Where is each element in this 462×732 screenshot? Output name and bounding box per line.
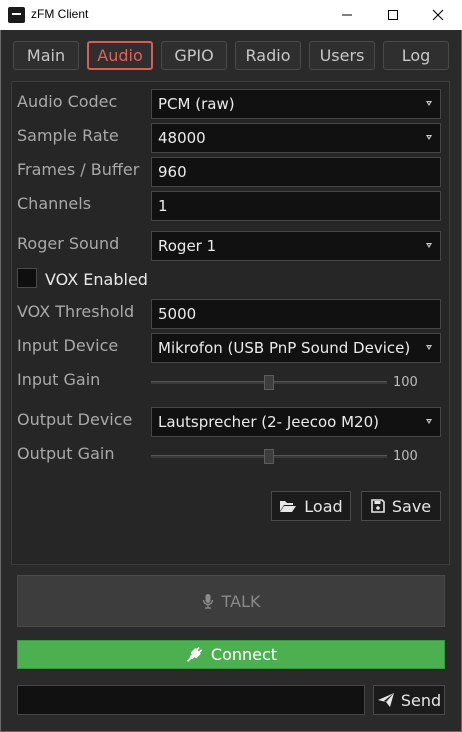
output-gain-value: 100: [393, 449, 418, 464]
sample-rate-select[interactable]: 48000: [151, 123, 441, 153]
floppy-disk-icon: [371, 499, 385, 513]
folder-open-icon: [280, 501, 297, 512]
tab-main[interactable]: Main: [13, 41, 79, 70]
tab-log[interactable]: Log: [383, 41, 449, 70]
load-label: Load: [304, 496, 343, 516]
sample-rate-value: 48000: [158, 129, 206, 147]
chevron-down-icon: [426, 135, 432, 140]
save-button[interactable]: Save: [361, 491, 441, 521]
vox-threshold-label: VOX Threshold: [17, 302, 135, 321]
vox-enabled-checkbox[interactable]: [17, 268, 37, 288]
channels-input[interactable]: 1: [151, 191, 441, 221]
vox-threshold-value: 5000: [158, 305, 197, 323]
connect-label: Connect: [210, 645, 278, 664]
talk-button[interactable]: TALK: [17, 575, 445, 627]
app-logo-icon: [8, 7, 25, 23]
talk-label: TALK: [221, 591, 261, 611]
channels-label: Channels: [17, 194, 92, 213]
frames-per-buffer-input[interactable]: 960: [151, 157, 441, 187]
channels-value: 1: [158, 197, 168, 215]
roger-sound-label: Roger Sound: [17, 234, 120, 253]
title-bar: zFM Client: [0, 0, 462, 30]
output-gain-label: Output Gain: [17, 444, 115, 463]
tab-radio[interactable]: Radio: [235, 41, 301, 70]
input-device-value: Mikrofon (USB PnP Sound Device): [158, 339, 411, 357]
roger-sound-select[interactable]: Roger 1: [151, 231, 441, 261]
plug-icon: [186, 646, 203, 662]
frames-per-buffer-label: Frames / Buffer: [17, 160, 140, 179]
chevron-down-icon: [426, 345, 432, 350]
load-button[interactable]: Load: [271, 491, 351, 521]
chevron-down-icon: [426, 419, 432, 424]
window-title: zFM Client: [31, 7, 89, 21]
save-label: Save: [391, 496, 432, 516]
tab-audio[interactable]: Audio: [87, 41, 153, 70]
input-device-select[interactable]: Mikrofon (USB PnP Sound Device): [151, 333, 441, 363]
audio-codec-select[interactable]: PCM (raw): [151, 89, 441, 119]
output-device-value: Lautsprecher (2- Jeecoo M20): [158, 413, 379, 431]
tab-users[interactable]: Users: [309, 41, 375, 70]
send-label: Send: [400, 690, 442, 710]
output-device-select[interactable]: Lautsprecher (2- Jeecoo M20): [151, 407, 441, 437]
audio-codec-value: PCM (raw): [158, 95, 235, 113]
output-gain-slider-thumb[interactable]: [264, 449, 274, 464]
tab-gpio[interactable]: GPIO: [161, 41, 227, 70]
sample-rate-label: Sample Rate: [17, 126, 119, 145]
close-icon: [432, 9, 444, 21]
message-input[interactable]: [17, 685, 365, 715]
close-button[interactable]: [415, 0, 461, 30]
connect-button[interactable]: Connect: [17, 640, 445, 669]
vox-enabled-label: VOX Enabled: [45, 270, 148, 289]
send-button[interactable]: Send: [373, 685, 445, 715]
microphone-icon: [202, 594, 213, 609]
input-gain-value: 100: [393, 375, 418, 390]
chevron-down-icon: [426, 101, 432, 106]
maximize-icon: [388, 10, 398, 20]
audio-codec-label: Audio Codec: [17, 92, 118, 111]
roger-sound-value: Roger 1: [158, 237, 217, 255]
input-gain-label: Input Gain: [17, 370, 101, 389]
chevron-down-icon: [426, 243, 432, 248]
maximize-button[interactable]: [370, 0, 416, 30]
output-device-label: Output Device: [17, 410, 133, 429]
minimize-icon: [342, 14, 352, 16]
input-gain-slider-thumb[interactable]: [264, 375, 274, 390]
vox-threshold-input[interactable]: 5000: [151, 299, 441, 329]
minimize-button[interactable]: [324, 0, 370, 30]
paper-plane-icon: [377, 693, 394, 707]
input-device-label: Input Device: [17, 336, 119, 355]
frames-per-buffer-value: 960: [158, 163, 187, 181]
